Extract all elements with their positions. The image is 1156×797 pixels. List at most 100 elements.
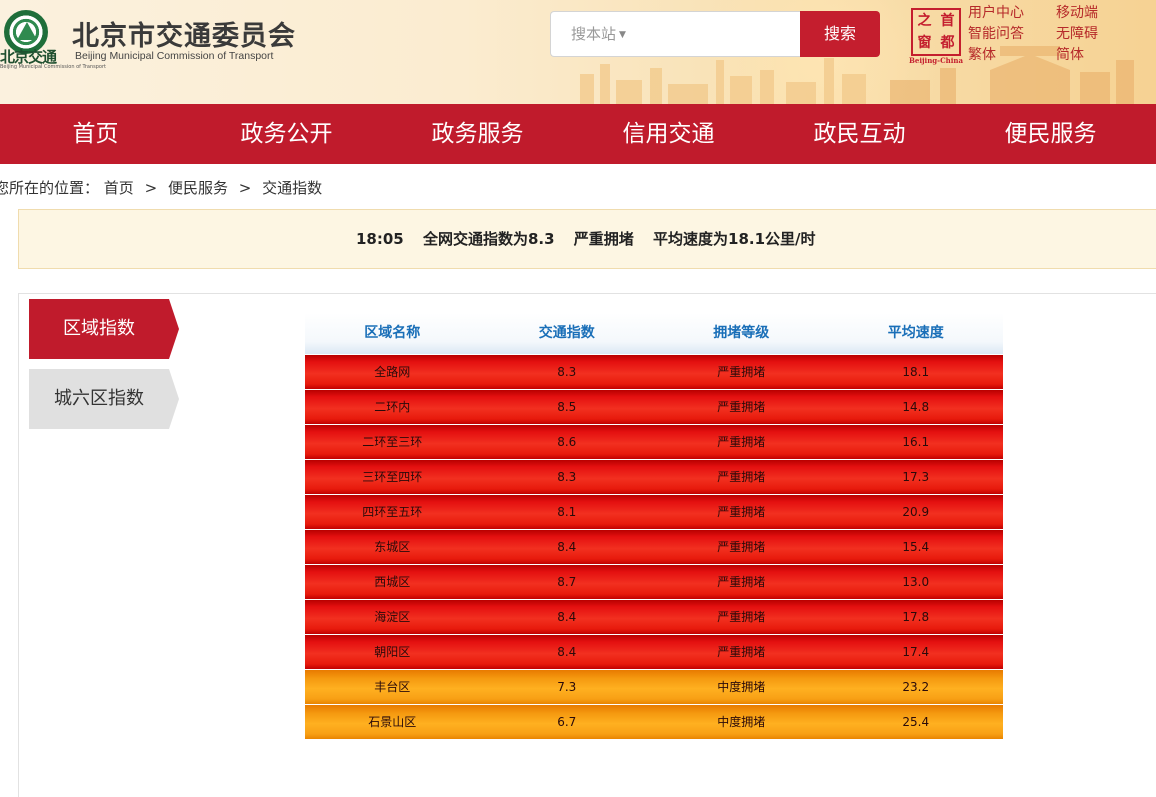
seal-char: 之 — [917, 13, 932, 29]
nav-item-government-affairs[interactable]: 政务公开 — [191, 104, 382, 164]
cell-area-name: 东城区 — [374, 540, 411, 554]
simplified-chinese-link[interactable]: 简体 — [1056, 45, 1098, 66]
table-row: 二环至三环 8.6 严重拥堵 16.1 — [305, 424, 1003, 459]
traditional-chinese-link[interactable]: 繁体 — [968, 45, 1024, 66]
cell-congestion-level: 严重拥堵 — [717, 470, 766, 484]
breadcrumb-prefix: 您所在的位置： — [0, 179, 100, 197]
cell-congestion-level: 中度拥堵 — [717, 680, 766, 694]
cell-congestion-level: 严重拥堵 — [717, 575, 766, 589]
cell-average-speed: 13.0 — [902, 575, 930, 589]
cell-traffic-index: 8.4 — [557, 645, 577, 659]
user-center-link[interactable]: 用户中心 — [968, 3, 1024, 24]
nav-item-government-services[interactable]: 政务服务 — [382, 104, 573, 164]
cell-traffic-index: 8.4 — [557, 610, 577, 624]
cell-area-name: 四环至五环 — [362, 505, 423, 519]
table-row: 石景山区 6.7 中度拥堵 25.4 — [305, 704, 1003, 739]
top-links-left: 用户中心 智能问答 繁体 — [968, 3, 1024, 66]
table-row: 东城区 8.4 严重拥堵 15.4 — [305, 529, 1003, 564]
nav-item-convenience-services[interactable]: 便民服务 — [955, 104, 1146, 164]
col-header-speed: 平均速度 — [887, 325, 944, 341]
status-index: 全网交通指数为8.3 — [422, 230, 555, 248]
status-speed: 平均速度为18.1公里/时 — [653, 230, 816, 248]
cell-traffic-index: 8.7 — [557, 575, 577, 589]
table-row: 四环至五环 8.1 严重拥堵 20.9 — [305, 494, 1003, 529]
cell-average-speed: 15.4 — [902, 540, 930, 554]
cell-congestion-level: 严重拥堵 — [717, 365, 766, 379]
cell-average-speed: 23.2 — [902, 680, 930, 694]
cell-congestion-level: 严重拥堵 — [717, 645, 766, 659]
capital-window-logo-icon[interactable]: 之 首 窗 都 — [911, 8, 961, 56]
accessibility-link[interactable]: 无障碍 — [1056, 24, 1098, 45]
seal-char: 窗 — [917, 35, 932, 51]
cell-congestion-level: 严重拥堵 — [717, 400, 766, 414]
cell-traffic-index: 8.3 — [557, 365, 577, 379]
cell-average-speed: 25.4 — [902, 715, 930, 729]
cell-average-speed: 17.3 — [902, 470, 930, 484]
capital-window-subtitle: Beijing-China — [908, 56, 964, 65]
cell-average-speed: 17.4 — [902, 645, 930, 659]
table-row: 全路网 8.3 严重拥堵 18.1 — [305, 354, 1003, 389]
search-input[interactable]: 搜本站 ▼ — [550, 11, 802, 57]
traffic-index-table: 区域名称 交通指数 拥堵等级 平均速度 全路网 8.3 严重拥堵 18.1 二环内 8.5… — [305, 313, 1003, 739]
tab-six-district-index[interactable]: 城六区指数 — [29, 369, 179, 429]
smart-qa-link[interactable]: 智能问答 — [968, 24, 1024, 45]
site-header: 北京交通 Beijing Municipal Commission of Tra… — [0, 0, 1156, 104]
breadcrumb-home[interactable]: 首页 — [104, 179, 134, 197]
cell-area-name: 全路网 — [374, 365, 411, 379]
table-header: 区域名称 交通指数 拥堵等级 平均速度 — [305, 313, 1003, 354]
cell-area-name: 西城区 — [374, 575, 411, 589]
tab-area-index[interactable]: 区域指数 — [29, 299, 179, 359]
seal-char: 首 — [940, 13, 955, 29]
cell-traffic-index: 8.3 — [557, 470, 577, 484]
nav-item-credit-transport[interactable]: 信用交通 — [573, 104, 764, 164]
cell-average-speed: 17.8 — [902, 610, 930, 624]
cell-area-name: 丰台区 — [374, 680, 411, 694]
col-header-index: 交通指数 — [538, 325, 595, 341]
cell-congestion-level: 中度拥堵 — [717, 715, 766, 729]
table-body: 全路网 8.3 严重拥堵 18.1 二环内 8.5 严重拥堵 14.8 二环至三环 8.6 严重拥堵… — [305, 354, 1003, 739]
cell-average-speed: 18.1 — [902, 365, 930, 379]
cell-area-name: 朝阳区 — [374, 645, 411, 659]
cell-traffic-index: 8.5 — [557, 400, 577, 414]
chevron-down-icon: ▼ — [619, 30, 626, 40]
top-links-right: 移动端 无障碍 简体 — [1056, 3, 1098, 66]
cell-congestion-level: 严重拥堵 — [717, 505, 766, 519]
nav-item-home[interactable]: 首页 — [0, 104, 191, 164]
cell-average-speed: 14.8 — [902, 400, 930, 414]
breadcrumb-current[interactable]: 交通指数 — [262, 179, 322, 197]
cell-traffic-index: 7.3 — [557, 680, 577, 694]
cell-traffic-index: 8.4 — [557, 540, 577, 554]
cell-congestion-level: 严重拥堵 — [717, 540, 766, 554]
status-time: 18:05 — [356, 230, 404, 248]
logo-tiny-text: Beijing Municipal Commission of Transpor… — [0, 64, 106, 70]
col-header-area: 区域名称 — [364, 325, 421, 341]
cell-area-name: 二环内 — [374, 400, 411, 414]
breadcrumb-separator: > — [238, 179, 252, 197]
nav-item-public-interaction[interactable]: 政民互动 — [764, 104, 955, 164]
search-button[interactable]: 搜索 — [800, 11, 880, 57]
cell-congestion-level: 严重拥堵 — [717, 435, 766, 449]
seal-char: 都 — [940, 35, 955, 51]
cell-traffic-index: 8.6 — [557, 435, 577, 449]
traffic-status-banner: 18:05 全网交通指数为8.3 严重拥堵 平均速度为18.1公里/时 — [18, 209, 1156, 269]
breadcrumb: 您所在的位置： 首页 > 便民服务 > 交通指数 — [0, 177, 322, 198]
search-placeholder: 搜本站 — [571, 25, 617, 43]
cell-area-name: 三环至四环 — [362, 470, 423, 484]
table-row: 海淀区 8.4 严重拥堵 17.8 — [305, 599, 1003, 634]
breadcrumb-convenience[interactable]: 便民服务 — [168, 179, 228, 197]
table-row: 二环内 8.5 严重拥堵 14.8 — [305, 389, 1003, 424]
status-level: 严重拥堵 — [573, 230, 634, 248]
table-row: 丰台区 7.3 中度拥堵 23.2 — [305, 669, 1003, 704]
mobile-link[interactable]: 移动端 — [1056, 3, 1098, 24]
table-row: 三环至四环 8.3 严重拥堵 17.3 — [305, 459, 1003, 494]
table-row: 朝阳区 8.4 严重拥堵 17.4 — [305, 634, 1003, 669]
col-header-level: 拥堵等级 — [713, 325, 770, 341]
breadcrumb-separator: > — [144, 179, 158, 197]
cell-average-speed: 16.1 — [902, 435, 930, 449]
cell-area-name: 海淀区 — [374, 610, 411, 624]
site-subtitle: Beijing Municipal Commission of Transpor… — [75, 50, 274, 62]
cell-traffic-index: 6.7 — [557, 715, 577, 729]
cell-traffic-index: 8.1 — [557, 505, 577, 519]
cell-area-name: 石景山区 — [368, 715, 417, 729]
site-title[interactable]: 北京市交通委员会 — [72, 14, 296, 53]
